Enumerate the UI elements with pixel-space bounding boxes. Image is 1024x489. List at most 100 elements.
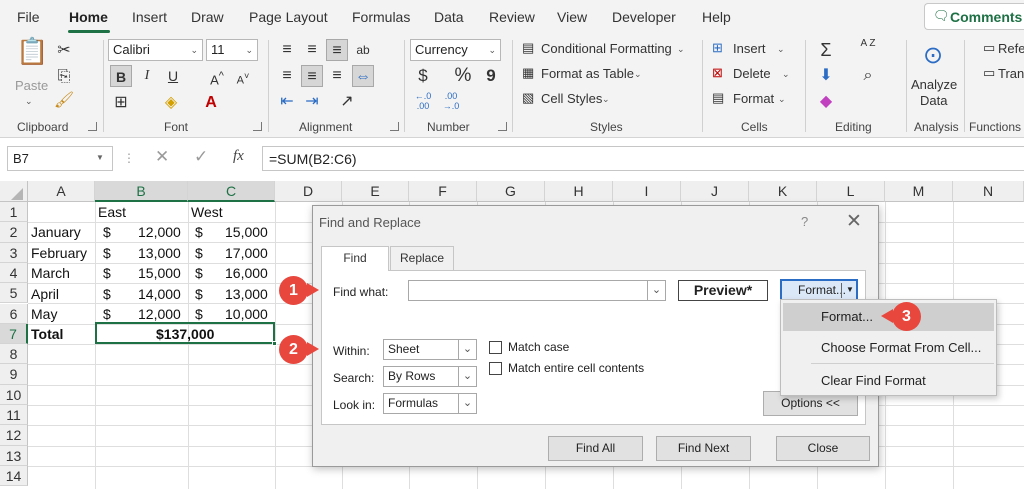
- column-header[interactable]: N: [953, 181, 1024, 202]
- number-format-box[interactable]: Currency ⌄: [410, 39, 501, 61]
- match-case-checkbox[interactable]: [489, 341, 502, 354]
- column-header[interactable]: G: [477, 181, 545, 202]
- cell-east[interactable]: 13,000: [138, 243, 181, 263]
- increase-indent-icon[interactable]: ⇥: [301, 91, 323, 113]
- tab-page-layout[interactable]: Page Layout: [249, 9, 328, 25]
- cell-styles-icon[interactable]: ▧: [522, 90, 534, 106]
- conditional-formatting-icon[interactable]: ▤: [522, 40, 534, 56]
- clipboard-launcher-icon[interactable]: [88, 122, 97, 131]
- format-as-table-button[interactable]: Format as Table: [541, 66, 634, 81]
- functions-item-2[interactable]: Tran: [998, 66, 1024, 81]
- enter-icon[interactable]: ✓: [194, 147, 208, 167]
- borders-icon[interactable]: ⊞: [110, 92, 132, 114]
- translate-icon[interactable]: ▭: [983, 65, 995, 81]
- row-header[interactable]: 14: [0, 465, 28, 487]
- format-cells-icon[interactable]: ▤: [712, 90, 724, 106]
- formula-input[interactable]: =SUM(B2:C6): [262, 146, 1024, 171]
- menu-item-clear-find-format[interactable]: Clear Find Format: [783, 367, 994, 395]
- row-header[interactable]: 2: [0, 222, 28, 243]
- align-top-icon[interactable]: ≡: [276, 39, 298, 61]
- copy-icon[interactable]: ⎘: [53, 66, 75, 88]
- autosum-icon[interactable]: Σ: [815, 39, 837, 61]
- column-header[interactable]: C: [188, 181, 275, 202]
- look-in-select[interactable]: Formulas ⌄: [383, 393, 477, 414]
- tab-developer[interactable]: Developer: [612, 9, 676, 25]
- find-next-button[interactable]: Find Next: [656, 436, 751, 461]
- format-cells-button[interactable]: Format: [733, 91, 774, 106]
- insert-cells-button[interactable]: Insert: [733, 41, 766, 56]
- close-button[interactable]: Close: [776, 436, 870, 461]
- paste-label[interactable]: Paste: [15, 78, 48, 93]
- sort-filter-icon[interactable]: A Z: [857, 39, 879, 61]
- row-header[interactable]: 5: [0, 283, 28, 304]
- tab-data[interactable]: Data: [434, 9, 464, 25]
- conditional-formatting-button[interactable]: Conditional Formatting: [541, 41, 672, 56]
- font-launcher-icon[interactable]: [253, 122, 262, 131]
- number-launcher-icon[interactable]: [498, 122, 507, 131]
- cell-month[interactable]: February: [31, 243, 87, 263]
- row-header[interactable]: 12: [0, 425, 28, 446]
- help-icon[interactable]: ?: [801, 214, 808, 229]
- format-painter-icon[interactable]: 🖌: [53, 90, 75, 112]
- column-header[interactable]: M: [885, 181, 953, 202]
- bold-button[interactable]: B: [110, 65, 132, 87]
- cell-west[interactable]: 16,000: [225, 263, 268, 283]
- cell-east[interactable]: 12,000: [138, 304, 181, 324]
- row-header[interactable]: 11: [0, 405, 28, 426]
- shrink-font-icon[interactable]: A˅: [232, 65, 254, 87]
- column-header[interactable]: F: [409, 181, 477, 202]
- tab-view[interactable]: View: [557, 9, 587, 25]
- font-color-icon[interactable]: A: [200, 92, 222, 114]
- insert-cells-icon[interactable]: ⊞: [712, 40, 723, 56]
- column-header[interactable]: L: [817, 181, 885, 202]
- column-header[interactable]: A: [28, 181, 95, 202]
- match-entire-checkbox[interactable]: [489, 362, 502, 375]
- row-header[interactable]: 3: [0, 242, 28, 263]
- search-select[interactable]: By Rows ⌄: [383, 366, 477, 387]
- find-all-button[interactable]: Find All: [548, 436, 643, 461]
- menu-item-choose-format-from-cell[interactable]: Choose Format From Cell...: [783, 334, 994, 362]
- fill-color-icon[interactable]: ◈: [160, 92, 182, 114]
- drag-handle-icon[interactable]: ⋮: [123, 151, 135, 165]
- cancel-icon[interactable]: ✕: [155, 147, 169, 167]
- insert-function-icon[interactable]: fx: [233, 148, 244, 165]
- chevron-down-icon[interactable]: ⌄: [458, 367, 476, 386]
- cell-month[interactable]: January: [31, 222, 81, 242]
- text-direction-icon[interactable]: ↗: [336, 91, 358, 113]
- font-name-box[interactable]: Calibri ⌄: [108, 39, 203, 61]
- cell-west[interactable]: 13,000: [225, 284, 268, 304]
- fill-icon[interactable]: ⬇: [815, 65, 837, 87]
- cell-west[interactable]: 10,000: [225, 304, 268, 324]
- tab-formulas[interactable]: Formulas: [352, 9, 410, 25]
- chevron-down-icon[interactable]: ⌄: [458, 340, 476, 359]
- reference-icon[interactable]: ▭: [983, 40, 995, 56]
- accounting-format-button[interactable]: $: [412, 65, 434, 87]
- row-header[interactable]: 10: [0, 384, 28, 405]
- cell-month[interactable]: March: [31, 263, 70, 283]
- align-middle-icon[interactable]: ≡: [301, 39, 323, 61]
- find-what-input[interactable]: ⌄: [408, 280, 666, 301]
- row-header[interactable]: 7: [0, 323, 28, 345]
- select-all-button[interactable]: [0, 181, 28, 202]
- analyze-data-icon[interactable]: ⊙: [917, 40, 949, 72]
- cut-icon[interactable]: ✂: [53, 40, 75, 62]
- align-center-icon[interactable]: ≡: [301, 65, 323, 87]
- row-header[interactable]: 9: [0, 364, 28, 385]
- analyze-data-label-2[interactable]: Data: [920, 93, 947, 108]
- chevron-down-icon[interactable]: ▼: [846, 281, 854, 299]
- tab-replace[interactable]: Replace: [390, 246, 454, 270]
- cell-total-label[interactable]: Total: [31, 324, 63, 344]
- column-header[interactable]: J: [681, 181, 749, 202]
- functions-item-1[interactable]: Refe: [998, 41, 1024, 56]
- column-header[interactable]: B: [95, 181, 188, 202]
- comments-button[interactable]: 🗨 Comments: [924, 3, 1024, 30]
- column-header[interactable]: E: [342, 181, 409, 202]
- tab-review[interactable]: Review: [489, 9, 535, 25]
- orientation-icon[interactable]: ab: [352, 39, 374, 61]
- within-select[interactable]: Sheet ⌄: [383, 339, 477, 360]
- alignment-launcher-icon[interactable]: [390, 122, 399, 131]
- percent-style-button[interactable]: %: [452, 65, 474, 87]
- paste-chevron-icon[interactable]: ⌄: [25, 96, 33, 107]
- column-header[interactable]: K: [749, 181, 817, 202]
- align-bottom-icon[interactable]: ≡: [326, 39, 348, 61]
